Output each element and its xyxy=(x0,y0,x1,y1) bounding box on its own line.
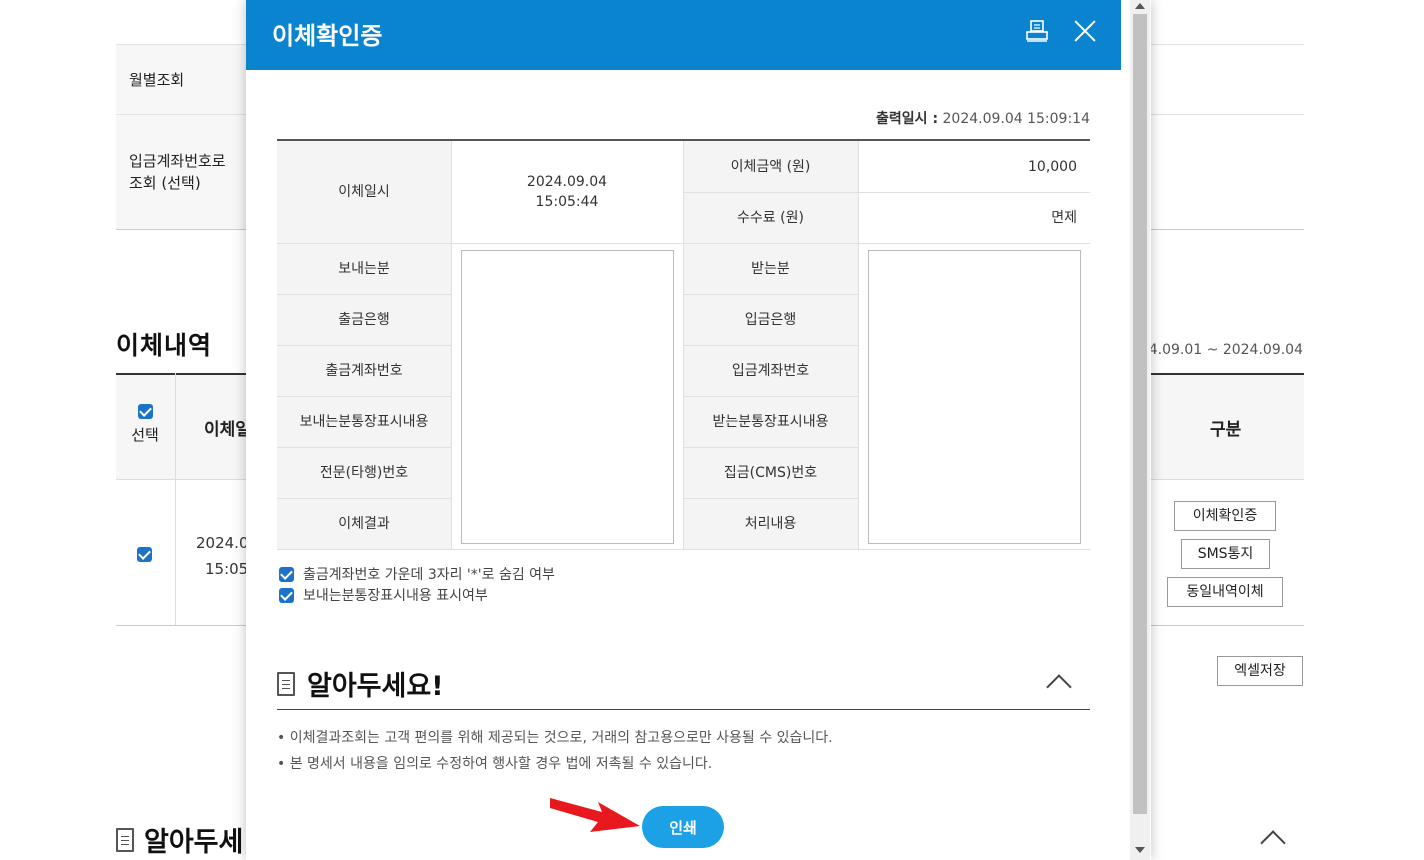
print-timestamp: 출력일시 : 2024.09.04 15:09:14 xyxy=(876,111,1090,127)
select-all-column: 선택 xyxy=(130,402,160,445)
select-label: 선택 xyxy=(131,426,159,444)
transfer-history-title: 이체내역 xyxy=(116,331,213,360)
close-icon[interactable] xyxy=(1073,19,1097,43)
transfer-datetime-value: 2024.09.04 15:05:44 xyxy=(526,174,608,210)
transfer-confirm-button[interactable]: 이체확인증 xyxy=(1174,501,1276,531)
process-content-label: 처리내용 xyxy=(744,515,797,532)
modal-header: 이체확인증 xyxy=(246,0,1121,70)
modal-scrollbar[interactable] xyxy=(1130,0,1150,860)
telegram-number-label: 전문(타행)번호 xyxy=(319,464,409,481)
sender-label: 보내는분 xyxy=(338,260,390,277)
receiver-memo-label: 받는분통장표시내용 xyxy=(712,413,829,430)
chevron-up-icon[interactable] xyxy=(1046,674,1072,700)
checkbox-checked-icon[interactable] xyxy=(279,566,294,582)
notice-divider xyxy=(277,709,1090,710)
type-column-header: 구분 xyxy=(1210,420,1242,440)
checkbox-checked-icon[interactable] xyxy=(279,587,294,603)
transfer-date-column-header: 이체일 xyxy=(204,420,246,440)
masked-receiver-details xyxy=(868,250,1081,544)
deposit-bank-label: 입금은행 xyxy=(744,311,797,328)
same-transfer-button[interactable]: 동일내역이체 xyxy=(1167,577,1283,607)
print-button[interactable]: 인쇄 xyxy=(642,806,724,848)
sender-memo-label: 보내는분통장표시내용 xyxy=(299,413,429,430)
deposit-account-query-label: 입금계좌번호로 조회 (선택) xyxy=(116,115,246,229)
notice-item: • 본 명세서 내용을 임의로 수정하여 행사할 경우 법에 저촉될 수 있습니… xyxy=(277,756,713,772)
transfer-certificate-modal: 이체확인증 출력일시 : 2024.09.04 15:09:14 이체일시 20… xyxy=(246,0,1151,860)
column-separator xyxy=(175,373,176,625)
document-icon xyxy=(116,827,134,852)
fee-value: 면제 xyxy=(1051,209,1077,226)
transfer-amount-label: 이체금액 (원) xyxy=(730,158,811,175)
row-checkbox[interactable] xyxy=(137,544,152,563)
scroll-thumb[interactable] xyxy=(1133,14,1147,814)
query-period: .024.09.01 ~ 2024.09.04 xyxy=(1126,342,1304,358)
withdraw-bank-label: 출금은행 xyxy=(338,311,390,328)
cms-number-label: 집금(CMS)번호 xyxy=(723,464,818,481)
notice-item: • 이체결과조회는 고객 편의를 위해 제공되는 것으로, 거래의 참고용으로만… xyxy=(277,730,833,746)
modal-title: 이체확인증 xyxy=(272,22,383,50)
show-sender-memo-option[interactable]: 보내는분통장표시내용 표시여부 xyxy=(279,585,488,605)
bottom-notice-title: 알아두세 xyxy=(116,820,243,859)
row-transfer-date: 2024.09 15:05 xyxy=(196,534,246,578)
receiver-label: 받는분 xyxy=(751,260,790,277)
scroll-down-arrow-icon[interactable] xyxy=(1135,847,1145,853)
transfer-amount-value: 10,000 xyxy=(1028,158,1077,175)
print-icon[interactable] xyxy=(1026,20,1048,42)
hide-account-digits-option[interactable]: 출금계좌번호 가운데 3자리 '*'로 숨김 여부 xyxy=(279,564,555,584)
chevron-up-icon[interactable] xyxy=(1260,830,1286,856)
withdraw-account-label: 출금계좌번호 xyxy=(325,362,403,379)
sms-notify-button[interactable]: SMS통지 xyxy=(1181,539,1270,569)
excel-save-button[interactable]: 엑셀저장 xyxy=(1217,656,1303,686)
monthly-query-label: 월별조회 xyxy=(116,45,246,114)
red-arrow-annotation xyxy=(550,798,640,832)
certificate-table: 이체일시 2024.09.04 15:05:44 이체금액 (원) 10,000… xyxy=(277,139,1090,550)
fee-label: 수수료 (원) xyxy=(737,209,804,226)
notice-title: 알아두세요! xyxy=(277,664,444,703)
scroll-up-arrow-icon[interactable] xyxy=(1135,3,1145,9)
select-all-checkbox[interactable] xyxy=(137,404,153,419)
deposit-account-label: 입금계좌번호 xyxy=(731,362,810,379)
transfer-datetime-label: 이체일시 xyxy=(338,184,390,200)
document-icon xyxy=(277,671,295,696)
masked-sender-details xyxy=(461,250,674,544)
transfer-result-label: 이체결과 xyxy=(338,515,390,532)
